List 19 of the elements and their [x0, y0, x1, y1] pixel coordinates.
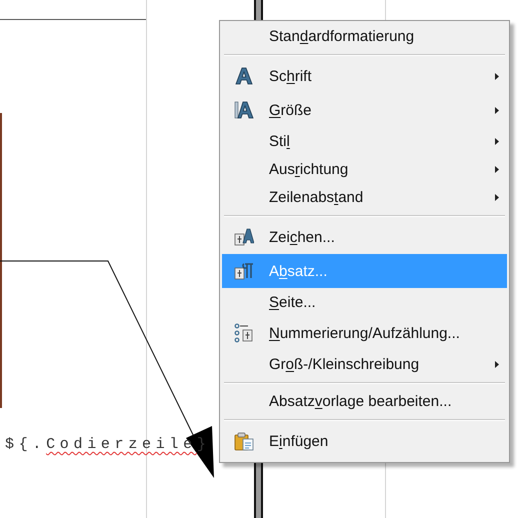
menu-item[interactable]: Größe [222, 93, 507, 127]
menu-item[interactable]: Groß-/Kleinschreibung [222, 350, 507, 378]
menu-item[interactable]: Schrift [222, 59, 507, 93]
menu-item[interactable]: Zeichen... [222, 220, 507, 254]
menu-item[interactable]: Einfügen [222, 424, 507, 458]
paste-icon [234, 431, 254, 451]
menu-item[interactable]: Seite... [222, 288, 507, 316]
character-icon [234, 227, 254, 247]
menu-item[interactable]: Zeilenabstand [222, 183, 507, 211]
field-code: ${.Codierzeile} [5, 436, 211, 453]
menu-item[interactable]: Absatzvorlage bearbeiten... [222, 387, 507, 415]
menu-item[interactable]: Nummerierung/Aufzählung... [222, 316, 507, 350]
menu-item[interactable]: Stil [222, 127, 507, 155]
menu-item[interactable]: Ausrichtung [222, 155, 507, 183]
numbered-list-icon [234, 323, 254, 343]
paragraph-icon [234, 261, 254, 281]
font-icon [234, 66, 254, 86]
menu-item[interactable]: Standardformatierung [222, 22, 507, 50]
font-size-icon [234, 100, 254, 120]
